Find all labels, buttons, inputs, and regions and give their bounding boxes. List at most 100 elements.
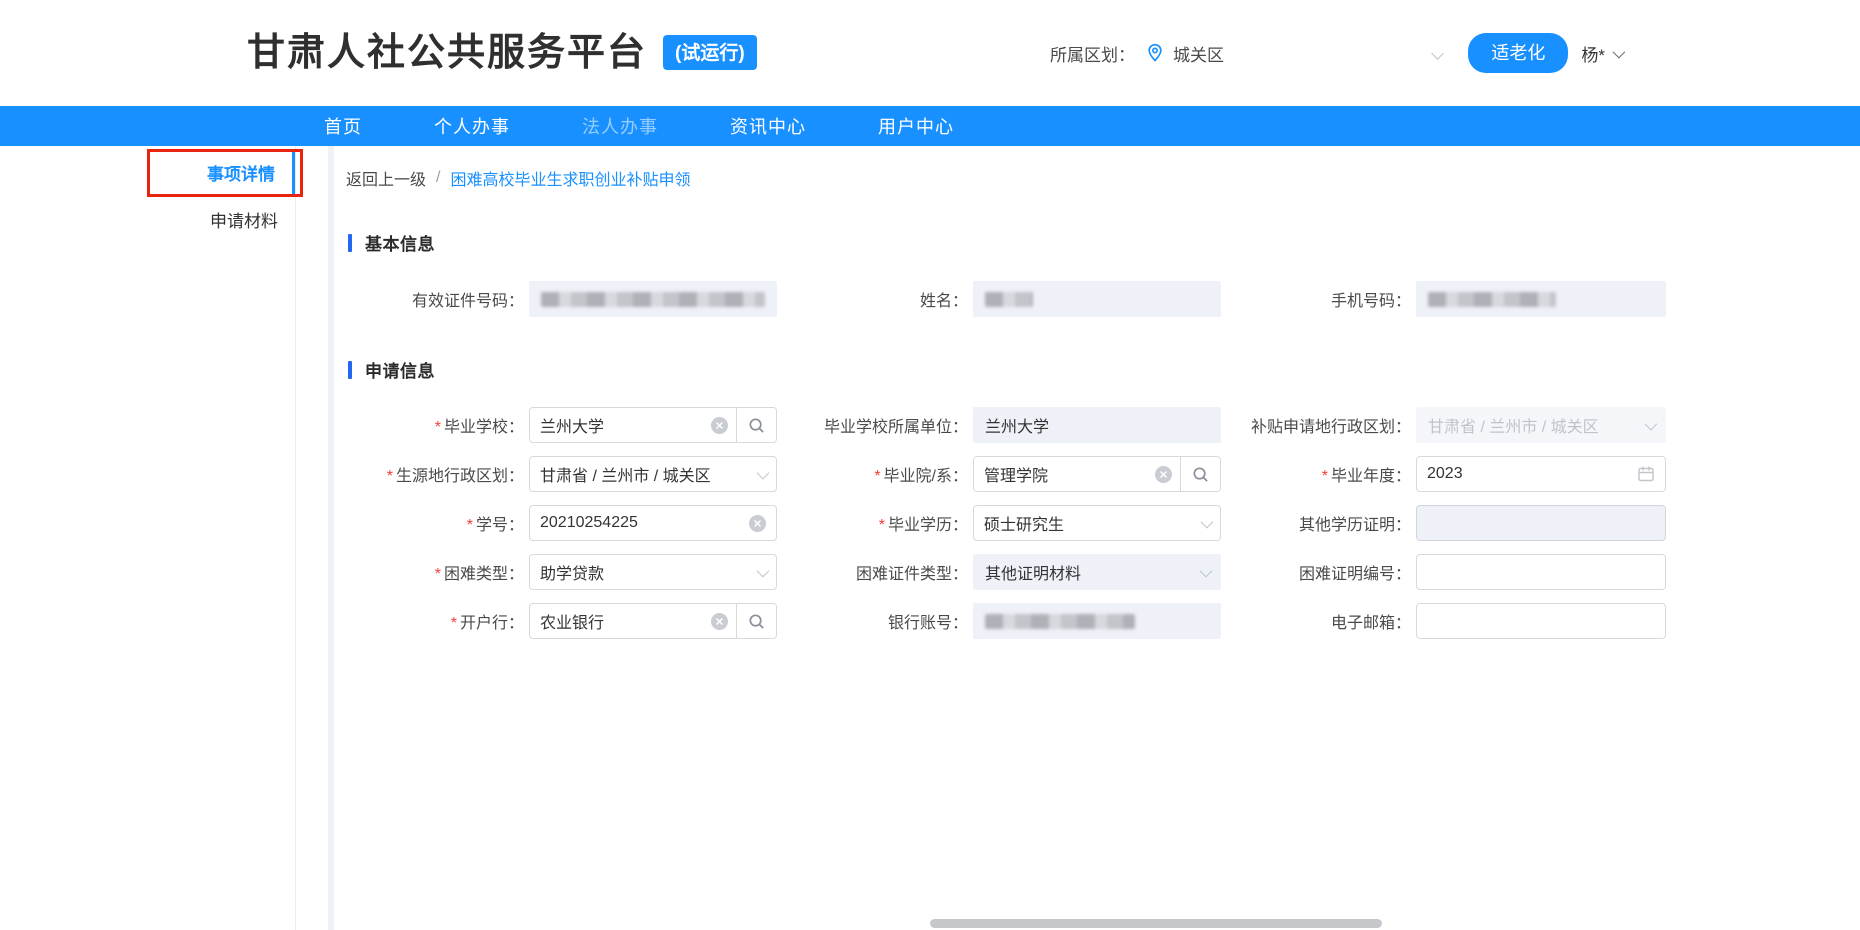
masked-value	[985, 614, 1135, 629]
department-field	[973, 456, 1221, 492]
basic-info-grid: 有效证件号码： 姓名： 手机号码：	[346, 281, 1860, 317]
section-bar-icon	[348, 361, 352, 379]
basic-info-title: 基本信息	[365, 230, 435, 255]
nav-item-user-center[interactable]: 用户中心	[842, 113, 990, 139]
required-marker: *	[387, 468, 393, 485]
chevron-down-icon	[1200, 564, 1213, 577]
other-education-proof-label: 其他学历证明：	[1226, 511, 1411, 535]
nav-item-personal[interactable]: 个人办事	[398, 113, 546, 139]
nav-item-news[interactable]: 资讯中心	[694, 113, 842, 139]
name-label: 姓名：	[782, 287, 968, 311]
student-id-input[interactable]	[540, 514, 743, 532]
required-marker: *	[435, 566, 441, 583]
chevron-down-icon	[1645, 417, 1658, 430]
other-education-proof-field	[1416, 505, 1666, 541]
student-id-field[interactable]	[529, 505, 777, 541]
required-marker: *	[879, 517, 885, 534]
bank-search-button[interactable]	[736, 604, 776, 638]
location-pin-icon	[1145, 43, 1165, 63]
trial-badge: (试运行)	[663, 35, 757, 70]
breadcrumb-current-link[interactable]: 困难高校毕业生求职创业补贴申领	[450, 166, 690, 190]
difficulty-cert-type-select[interactable]: 其他证明材料	[973, 554, 1221, 590]
difficulty-cert-number-input[interactable]	[1427, 563, 1655, 581]
breadcrumb: 返回上一级 / 困难高校毕业生求职创业补贴申领	[346, 166, 1860, 190]
required-marker: *	[874, 468, 880, 485]
graduation-school-search-button[interactable]	[736, 408, 776, 442]
chevron-down-icon	[757, 564, 770, 577]
search-icon	[747, 416, 766, 435]
sidebar-item-detail[interactable]: 事项详情	[0, 152, 295, 197]
required-marker: *	[435, 419, 441, 436]
difficulty-type-select[interactable]: 助学贷款	[529, 554, 777, 590]
breadcrumb-back-link[interactable]: 返回上一级	[346, 166, 426, 190]
sidebar: 事项详情 申请材料	[0, 146, 296, 930]
required-marker: *	[451, 615, 457, 632]
education-level-select[interactable]: 硕士研究生	[973, 505, 1221, 541]
masked-value	[541, 292, 765, 307]
chevron-down-icon	[757, 466, 770, 479]
phone-label: 手机号码：	[1226, 287, 1411, 311]
horizontal-scrollbar-thumb[interactable]	[930, 919, 1382, 928]
masked-value	[985, 292, 1033, 307]
email-field[interactable]	[1416, 603, 1666, 639]
app-title: 甘肃人社公共服务平台	[247, 34, 647, 72]
section-bar-icon	[348, 234, 352, 252]
difficulty-cert-number-field[interactable]	[1416, 554, 1666, 590]
search-icon	[1191, 465, 1210, 484]
origin-region-select[interactable]: 甘肃省 / 兰州市 / 城关区	[529, 456, 777, 492]
page: 甘肃人社公共服务平台 (试运行) 所属区划： 城关区 适老化 杨* 首页 个人办…	[0, 0, 1860, 930]
difficulty-cert-type-label: 困难证件类型：	[782, 560, 968, 584]
search-icon	[747, 612, 766, 631]
required-marker: *	[1322, 468, 1328, 485]
graduation-school-field	[529, 407, 777, 443]
user-chevron-down-icon	[1613, 45, 1626, 58]
department-search-button[interactable]	[1180, 457, 1220, 491]
bank-account-label: 银行账号：	[782, 609, 968, 633]
email-input[interactable]	[1427, 612, 1655, 630]
user-menu[interactable]: 杨*	[1581, 41, 1622, 66]
clear-icon[interactable]	[1155, 466, 1172, 483]
calendar-icon[interactable]	[1637, 465, 1655, 483]
bank-label: *开户行：	[346, 609, 524, 633]
school-affiliation-field: 兰州大学	[973, 407, 1221, 443]
nav-item-home[interactable]: 首页	[288, 113, 398, 139]
graduation-year-field[interactable]	[1416, 456, 1666, 492]
bank-input[interactable]	[540, 612, 705, 630]
graduation-school-input[interactable]	[540, 416, 705, 434]
main-nav: 首页 个人办事 法人办事 资讯中心 用户中心	[0, 106, 1860, 146]
clear-icon[interactable]	[711, 613, 728, 630]
senior-mode-button[interactable]: 适老化	[1468, 33, 1568, 73]
graduation-year-input[interactable]	[1427, 465, 1637, 483]
school-affiliation-label: 毕业学校所属单位：	[782, 413, 968, 437]
sidebar-item-materials[interactable]: 申请材料	[0, 199, 295, 244]
brand: 甘肃人社公共服务平台 (试运行)	[247, 34, 757, 72]
bank-field	[529, 603, 777, 639]
page-body: 事项详情 申请材料 返回上一级 / 困难高校毕业生求职创业补贴申领 基本信息 有…	[0, 146, 1860, 930]
basic-info-section-header: 基本信息	[348, 230, 1860, 255]
difficulty-cert-number-label: 困难证明编号：	[1226, 560, 1411, 584]
clear-icon[interactable]	[711, 417, 728, 434]
origin-region-label: *生源地行政区划：	[346, 462, 524, 486]
email-label: 电子邮箱：	[1226, 609, 1411, 633]
required-marker: *	[467, 517, 473, 534]
nav-item-corporate[interactable]: 法人办事	[546, 113, 694, 139]
top-header: 甘肃人社公共服务平台 (试运行) 所属区划： 城关区 适老化 杨*	[0, 0, 1860, 106]
region-chevron-down-icon[interactable]	[1432, 47, 1445, 60]
phone-field	[1416, 281, 1666, 317]
graduation-year-label: *毕业年度：	[1226, 462, 1411, 486]
clear-icon[interactable]	[749, 515, 766, 532]
department-input[interactable]	[984, 465, 1149, 483]
department-label: *毕业院/系：	[782, 462, 968, 486]
breadcrumb-separator: /	[436, 169, 440, 187]
region-label: 所属区划：	[1050, 41, 1135, 66]
region-value[interactable]: 城关区	[1173, 41, 1224, 66]
student-id-label: *学号：	[346, 511, 524, 535]
bank-account-field	[973, 603, 1221, 639]
header-right: 所属区划： 城关区 适老化 杨*	[1050, 33, 1622, 73]
id-number-field	[529, 281, 777, 317]
masked-value	[1428, 292, 1556, 307]
subsidy-region-select: 甘肃省 / 兰州市 / 城关区	[1416, 407, 1666, 443]
difficulty-type-label: *困难类型：	[346, 560, 524, 584]
id-number-label: 有效证件号码：	[346, 287, 524, 311]
user-name: 杨*	[1581, 41, 1605, 66]
